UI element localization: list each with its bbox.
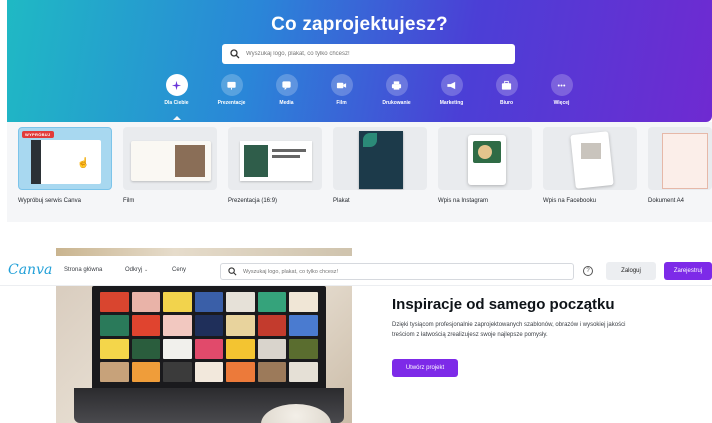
promo-title: Inspiracje od samego początku	[392, 296, 615, 313]
template-name: Wpis na Facebooku	[543, 198, 597, 204]
template-name: Plakat	[333, 198, 350, 204]
more-dots-icon	[557, 83, 566, 87]
template-thumbnail	[123, 127, 217, 190]
template-name: Wypróbuj serwis Canva	[18, 198, 81, 204]
category-media[interactable]: Media	[259, 74, 314, 114]
category-label: Drukowanie	[382, 100, 411, 106]
presentation-icon	[227, 81, 236, 90]
template-name: Wpis na Instagram	[438, 198, 489, 204]
template-card-a4[interactable]: Dokument A4	[648, 127, 712, 215]
category-label: Prezentacje	[217, 100, 246, 106]
template-thumbnail	[228, 127, 322, 190]
search-icon	[230, 49, 240, 59]
template-thumbnail	[543, 127, 637, 190]
promo-description: Dzięki tysiącom profesjonalnie zaprojekt…	[392, 322, 626, 338]
template-name: Dokument A4	[648, 198, 685, 204]
try-badge: WYPRÓBUJ	[22, 131, 54, 138]
laptop-hero-image	[56, 286, 352, 423]
nav-search-bar[interactable]	[220, 263, 574, 280]
sparkle-icon	[171, 80, 182, 90]
template-thumbnail	[438, 127, 532, 190]
register-button[interactable]: Zarejestruj	[664, 262, 712, 280]
canva-logo[interactable]: Canva	[8, 262, 52, 278]
nav-link-discover-label: Odkryj	[125, 267, 143, 273]
category-label: Film	[336, 100, 347, 106]
template-name: Prezentacja (16:9)	[228, 198, 278, 204]
template-thumbnail	[648, 127, 712, 190]
hero-image-top	[56, 248, 352, 256]
briefcase-icon	[501, 80, 512, 90]
screen-tiles	[100, 292, 318, 382]
video-camera-icon	[336, 82, 347, 88]
template-card-poster[interactable]: Plakat	[333, 127, 427, 215]
search-icon	[228, 267, 237, 276]
top-navbar: Canva Strona główna Odkryj ⌄ Ceny ? Zalo…	[0, 256, 712, 286]
help-icon[interactable]: ?	[583, 266, 593, 276]
category-label: Media	[279, 100, 294, 106]
template-name: Film	[123, 198, 135, 204]
category-label: Biuro	[499, 100, 514, 106]
category-label: Dla Ciebie	[164, 100, 189, 106]
category-biuro[interactable]: Biuro	[479, 74, 534, 114]
hero-search-input[interactable]	[246, 51, 496, 57]
nav-link-discover[interactable]: Odkryj ⌄	[125, 267, 148, 273]
login-button[interactable]: Zaloguj	[606, 262, 656, 280]
printer-icon	[391, 80, 402, 90]
hero-banner: Co zaprojektujesz? Dla Ciebie Prezentacj…	[7, 0, 712, 122]
template-card-try-canva[interactable]: WYPRÓBUJ ☝ Wypróbuj serwis Canva	[18, 127, 112, 215]
template-card-instagram[interactable]: Wpis na Instagram	[438, 127, 532, 215]
category-prezentacje[interactable]: Prezentacje	[204, 74, 259, 114]
template-thumbnail	[333, 127, 427, 190]
nav-search-input[interactable]	[243, 268, 563, 275]
category-label: Więcej	[553, 100, 570, 106]
chevron-down-icon: ⌄	[144, 267, 149, 273]
category-drukowanie[interactable]: Drukowanie	[369, 74, 424, 114]
category-film[interactable]: Film	[314, 74, 369, 114]
template-card-presentation[interactable]: Prezentacja (16:9)	[228, 127, 322, 215]
heart-chat-icon	[282, 80, 291, 90]
category-dla-ciebie[interactable]: Dla Ciebie	[149, 74, 204, 120]
template-thumbnail: WYPRÓBUJ ☝	[18, 127, 112, 190]
category-row: Dla Ciebie Prezentacje Media Film Drukow…	[149, 74, 589, 120]
category-marketing[interactable]: Marketing	[424, 74, 479, 114]
nav-link-home[interactable]: Strona główna	[64, 267, 102, 273]
nav-link-pricing[interactable]: Ceny	[172, 267, 186, 273]
template-card-facebook[interactable]: Wpis na Facebooku	[543, 127, 637, 215]
hero-search-bar[interactable]	[222, 44, 515, 64]
megaphone-icon	[447, 81, 456, 89]
template-card-film[interactable]: Film	[123, 127, 217, 215]
hero-title: Co zaprojektujesz?	[271, 14, 448, 35]
category-wiecej[interactable]: Więcej	[534, 74, 589, 114]
page: Co zaprojektujesz? Dla Ciebie Prezentacj…	[0, 0, 712, 423]
category-label: Marketing	[439, 100, 464, 106]
template-strip: WYPRÓBUJ ☝ Wypróbuj serwis Canva Film Pr…	[7, 122, 712, 222]
create-design-button[interactable]: Utwórz projekt	[392, 359, 458, 377]
cursor-hand-icon: ☝	[77, 158, 90, 169]
laptop-screen	[92, 286, 326, 388]
